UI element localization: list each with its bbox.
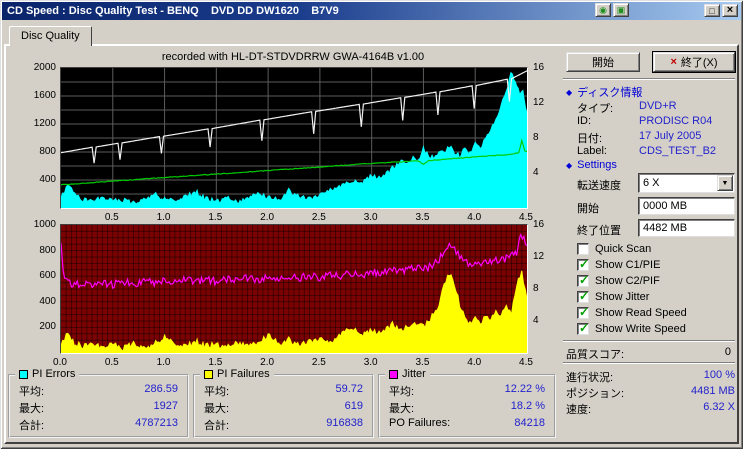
toolbar-green-icon-2[interactable]: ▣ bbox=[613, 3, 629, 17]
disc-info-header: ◆ ディスク情報 bbox=[566, 84, 642, 100]
close-button[interactable]: × bbox=[722, 4, 738, 17]
separator bbox=[563, 78, 735, 80]
progress-row: 進行状況: 100 % bbox=[566, 369, 735, 384]
pi-errors-stats-box: PI Errors 平均: 286.59 最大: 1927 合計: 4787213 bbox=[8, 367, 189, 438]
checkbox-show-c2-pif[interactable]: Show C2/PIF bbox=[577, 273, 660, 288]
start-button[interactable]: 開始 bbox=[566, 52, 640, 72]
checkbox-label: Quick Scan bbox=[595, 243, 652, 255]
pi-failures-chart-plot bbox=[60, 224, 528, 354]
pi-errors-chart-plot bbox=[60, 67, 528, 209]
start-position-field[interactable]: 0000 MB bbox=[638, 197, 735, 215]
jitter-stats-box: Jitter 平均: 12.22 % 最大: 18.2 % PO Failures:… bbox=[378, 367, 556, 438]
pi-errors-chart: 2000 1600 1200 800 400 16 12 8 4 0.5 1.0 1.5 2.0 2.… bbox=[26, 62, 554, 225]
stat-row: 平均: 59.72 bbox=[204, 383, 363, 398]
checkbox-label: Show C1/PIE bbox=[595, 259, 661, 271]
chart-title: recorded with HL-DT-STDVDRRW GWA-4164B v… bbox=[161, 51, 425, 63]
pi-failures-legend-label: PI Failures bbox=[217, 368, 270, 380]
end-position-field[interactable]: 4482 MB bbox=[638, 219, 735, 237]
checkbox-show-write-speed[interactable]: Show Write Speed bbox=[577, 321, 686, 336]
start-position-label: 開始 bbox=[577, 203, 599, 215]
disc-info-header-label: ディスク情報 bbox=[577, 87, 643, 99]
pi-failures-y-axis-left: 1000 800 600 400 200 bbox=[33, 219, 56, 333]
quality-score-value: 0 bbox=[724, 346, 731, 358]
speed-select-value: 6 X bbox=[643, 177, 660, 189]
progress-value: 100 % bbox=[703, 369, 735, 381]
chevron-down-icon[interactable]: ▼ bbox=[717, 175, 733, 191]
separator bbox=[563, 340, 735, 342]
disc-info-row: タイプ: DVD+R bbox=[577, 100, 677, 115]
position-row: ポジション: 4481 MB bbox=[566, 385, 735, 400]
stat-row: 最大: 1927 bbox=[19, 400, 178, 415]
diamond-icon: ◆ bbox=[566, 160, 573, 170]
checkbox-box[interactable] bbox=[577, 273, 589, 287]
pi-errors-y-axis-left: 2000 1600 1200 800 400 bbox=[33, 62, 56, 185]
disc-info-row: Label: CDS_TEST_B2 bbox=[577, 145, 717, 157]
settings-header-label: Settings bbox=[577, 159, 617, 171]
toolbar-green-icon-1[interactable]: ◉ bbox=[595, 3, 611, 17]
stat-row: 合計: 916838 bbox=[204, 417, 363, 432]
checkbox-box[interactable] bbox=[577, 305, 589, 319]
checkbox-box[interactable] bbox=[577, 321, 589, 335]
checkbox-box[interactable] bbox=[577, 289, 589, 303]
pi-errors-swatch bbox=[19, 369, 28, 379]
stat-row: 合計: 4787213 bbox=[19, 417, 178, 432]
title-bar[interactable]: CD Speed : Disc Quality Test - BENQ DVD … bbox=[2, 2, 741, 20]
checkbox-quick-scan[interactable]: Quick Scan bbox=[577, 242, 651, 256]
speed-select[interactable]: 6 X ▼ bbox=[638, 173, 735, 193]
end-position-label: 終了位置 bbox=[577, 225, 621, 237]
separator bbox=[563, 362, 735, 364]
checkbox-show-jitter[interactable]: Show Jitter bbox=[577, 289, 650, 304]
speed-row: 速度: 6.32 X bbox=[566, 401, 735, 416]
stat-row: 最大: 18.2 % bbox=[389, 400, 545, 415]
app-window: CD Speed : Disc Quality Test - BENQ DVD … bbox=[0, 0, 743, 449]
pi-errors-x-axis: 0.5 1.0 1.5 2.0 2.5 3.0 3.5 4.0 4.5 bbox=[104, 212, 533, 223]
checkbox-label: Show Write Speed bbox=[595, 323, 686, 335]
checkbox-box[interactable] bbox=[577, 257, 589, 271]
quality-score-row: 品質スコア: 0 bbox=[566, 346, 731, 361]
pi-errors-legend: PI Errors bbox=[15, 367, 80, 381]
stat-row: 最大: 619 bbox=[204, 400, 363, 415]
exit-icon: × bbox=[670, 56, 677, 68]
pi-failures-y-axis-right: 16 12 8 4 bbox=[533, 219, 545, 326]
checkbox-show-read-speed[interactable]: Show Read Speed bbox=[577, 305, 687, 320]
checkbox-label: Show Read Speed bbox=[595, 307, 687, 319]
checkbox-label: Show Jitter bbox=[595, 291, 650, 303]
checkbox-box[interactable] bbox=[577, 243, 589, 255]
diamond-icon: ◆ bbox=[566, 87, 573, 97]
transfer-speed-label: 転送速度 bbox=[577, 180, 621, 192]
window-title: CD Speed : Disc Quality Test - BENQ DVD … bbox=[7, 5, 339, 17]
jitter-legend: Jitter bbox=[385, 367, 430, 381]
stat-row: PO Failures: 84218 bbox=[389, 417, 545, 429]
window-restore-button[interactable]: □ bbox=[704, 4, 720, 17]
stat-row: 平均: 12.22 % bbox=[389, 383, 545, 398]
checkbox-show-c1-pie[interactable]: Show C1/PIE bbox=[577, 257, 661, 272]
pi-errors-legend-label: PI Errors bbox=[32, 368, 76, 380]
speed-value: 6.32 X bbox=[703, 401, 735, 413]
stat-row: 平均: 286.59 bbox=[19, 383, 178, 398]
pi-failures-x-axis: 0.0 0.5 1.0 1.5 2.0 2.5 3.0 3.5 4.0 4.5 bbox=[53, 357, 533, 368]
settings-header: ◆ Settings bbox=[566, 159, 617, 171]
pi-failures-chart: 1000 800 600 400 200 16 12 8 4 0.0 0.5 1.0 1.5 2.0 2… bbox=[26, 219, 554, 370]
disc-info-row: ID: PRODISC R04 bbox=[577, 115, 713, 127]
pi-failures-stats-box: PI Failures 平均: 59.72 最大: 619 合計: 916838 bbox=[193, 367, 374, 438]
exit-button[interactable]: × 終了(X) bbox=[652, 51, 736, 73]
position-value: 4481 MB bbox=[690, 385, 735, 397]
jitter-legend-label: Jitter bbox=[402, 368, 426, 380]
disc-info-row: 日付: 17 July 2005 bbox=[577, 130, 702, 145]
quality-score-label: 品質スコア: bbox=[566, 349, 625, 361]
start-button-label: 開始 bbox=[592, 57, 614, 69]
pi-failures-swatch bbox=[204, 369, 213, 379]
pi-failures-legend: PI Failures bbox=[200, 367, 274, 381]
jitter-swatch bbox=[389, 369, 398, 379]
checkbox-label: Show C2/PIF bbox=[595, 275, 660, 287]
exit-button-label: 終了(X) bbox=[680, 57, 718, 69]
pi-errors-y-axis-right: 16 12 8 4 bbox=[533, 62, 545, 178]
tab-disc-quality[interactable]: Disc Quality bbox=[9, 26, 92, 46]
